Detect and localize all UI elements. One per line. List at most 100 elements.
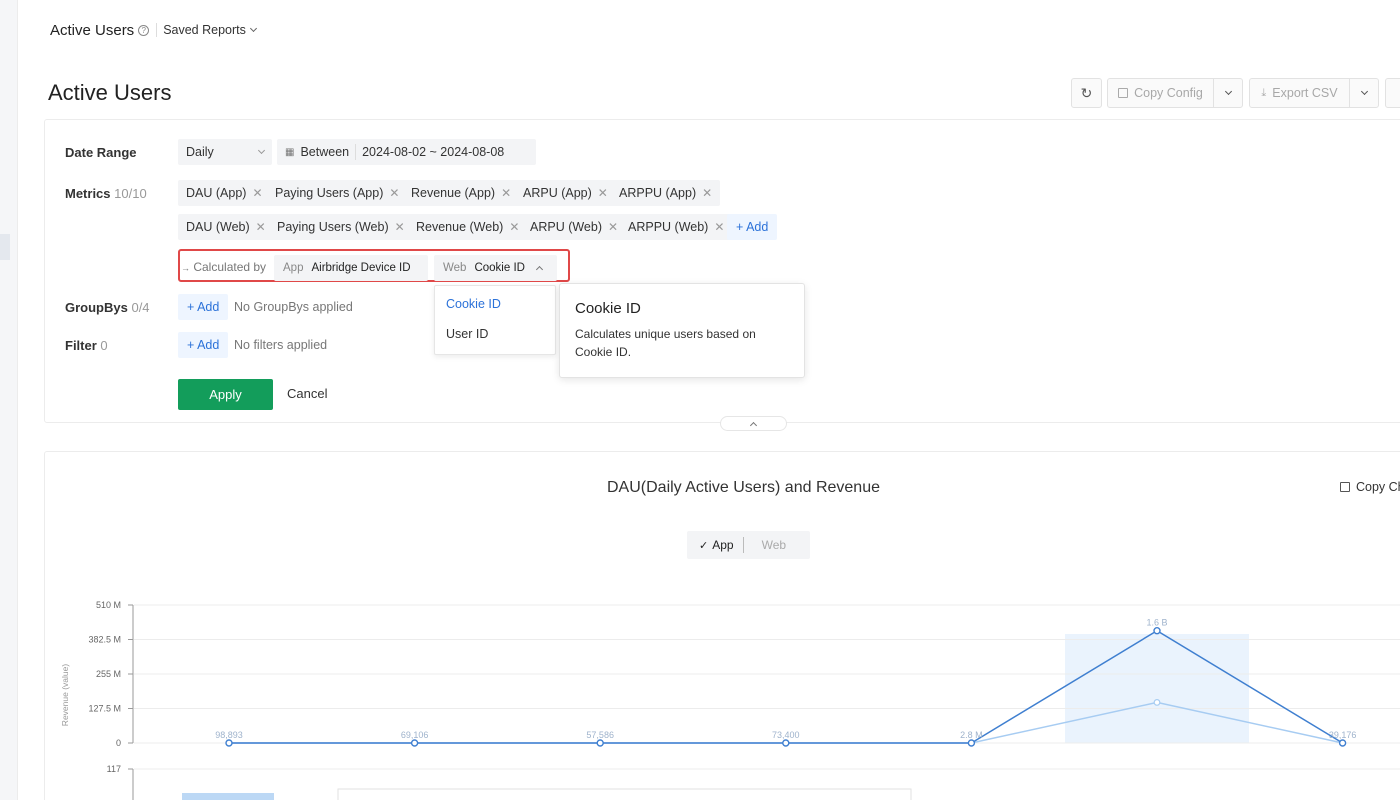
filter-label: Filter 0 xyxy=(65,338,108,353)
date-mode: Between xyxy=(300,145,350,159)
remove-icon[interactable]: ✕ xyxy=(395,220,405,234)
remove-icon[interactable]: ✕ xyxy=(389,186,399,200)
metric-chip[interactable]: DAU (Web) ✕ xyxy=(178,214,274,240)
export-csv-button[interactable]: ⤓ Export CSV xyxy=(1249,78,1350,108)
dropdown-option-user-id[interactable]: User ID xyxy=(446,327,488,341)
copy-chart-button[interactable]: Copy Ch xyxy=(1340,480,1400,494)
remove-icon[interactable]: ✕ xyxy=(714,220,724,234)
tooltip-body: Calculates unique users based on Cookie … xyxy=(575,325,789,361)
groupbys-label-text: GroupBys xyxy=(65,300,128,315)
web-id-select[interactable]: Web Cookie ID xyxy=(434,255,557,281)
chevron-down-icon xyxy=(1360,87,1368,96)
topbar: Active Users ? Saved Reports xyxy=(50,19,257,41)
toggle-app[interactable]: ✓ App xyxy=(687,538,734,552)
metric-chip-label: Paying Users (App) xyxy=(275,186,384,200)
apply-button[interactable]: Apply xyxy=(178,379,273,410)
app-id-key: App xyxy=(283,262,304,274)
metrics-label-text: Metrics xyxy=(65,186,111,201)
breadcrumb-divider xyxy=(156,23,158,37)
date-range-picker[interactable]: ▦ Between 2024-08-02 ~ 2024-08-08 xyxy=(277,139,536,165)
metric-chip[interactable]: ARPPU (App) ✕ xyxy=(611,180,721,206)
tooltip-body-line: Cookie ID. xyxy=(575,345,632,359)
granularity-select[interactable]: Daily xyxy=(178,139,272,165)
copy-config-button[interactable]: Copy Config xyxy=(1107,78,1214,108)
toggle-web[interactable]: Web xyxy=(762,538,786,552)
chevron-down-icon xyxy=(1224,87,1232,96)
metrics-label: Metrics 10/10 xyxy=(65,186,147,201)
metric-chip-label: ARPU (App) xyxy=(523,186,592,200)
calculated-by-text: Calculated by xyxy=(193,260,267,274)
remove-icon[interactable]: ✕ xyxy=(256,220,266,234)
more-button[interactable] xyxy=(1385,78,1400,108)
chart-title: DAU(Daily Active Users) and Revenue xyxy=(607,479,880,496)
export-csv-menu-button[interactable] xyxy=(1349,78,1379,108)
toggle-divider xyxy=(742,537,744,553)
refresh-button[interactable]: ↻ xyxy=(1071,78,1102,108)
copy-chart-label: Copy Ch xyxy=(1356,480,1400,494)
remove-icon[interactable]: ✕ xyxy=(608,220,618,234)
arrow-icon: → xyxy=(181,263,190,273)
tooltip-body-line: Calculates unique users based on xyxy=(575,327,756,341)
filter-count: 0 xyxy=(100,338,108,353)
refresh-icon: ↻ xyxy=(1080,84,1093,101)
platform-toggle: ✓ App Web xyxy=(687,531,810,559)
web-id-value: Cookie ID xyxy=(474,262,525,274)
groupbys-label: GroupBys 0/4 xyxy=(65,300,150,315)
metric-chip[interactable]: DAU (App) ✕ xyxy=(178,180,271,206)
app-id-select[interactable]: App Airbridge Device ID xyxy=(274,255,428,281)
metric-chip-label: Paying Users (Web) xyxy=(277,220,389,234)
export-csv-label: Export CSV xyxy=(1272,86,1338,100)
web-id-key: Web xyxy=(443,262,467,274)
groupbys-empty-text: No GroupBys applied xyxy=(234,300,353,314)
remove-icon[interactable]: ✕ xyxy=(501,186,511,200)
option-tooltip: Cookie ID Calculates unique users based … xyxy=(559,283,805,378)
copy-config-menu-button[interactable] xyxy=(1213,78,1243,108)
breadcrumb-title: Active Users xyxy=(50,21,135,39)
chevron-down-icon xyxy=(249,24,257,33)
metric-chip-label: ARPPU (Web) xyxy=(628,220,709,234)
remove-icon[interactable]: ✕ xyxy=(509,220,519,234)
saved-reports-label: Saved Reports xyxy=(163,23,246,37)
copy-icon xyxy=(1340,482,1350,492)
metric-chip[interactable]: ARPU (App) ✕ xyxy=(515,180,616,206)
metric-chip-label: DAU (Web) xyxy=(186,220,250,234)
filter-empty-text: No filters applied xyxy=(234,338,328,352)
left-rail xyxy=(0,0,18,800)
add-metric-button[interactable]: + Add xyxy=(727,214,778,240)
chevron-down-icon xyxy=(257,146,266,155)
date-divider xyxy=(355,144,357,160)
chart-panel: DAU(Daily Active Users) and Revenue Copy… xyxy=(44,451,1400,800)
groupbys-count: 0/4 xyxy=(131,300,150,315)
saved-reports-dropdown[interactable]: Saved Reports xyxy=(163,23,257,37)
metric-chip[interactable]: ARPU (Web) ✕ xyxy=(522,214,627,240)
metric-chip[interactable]: Revenue (App) ✕ xyxy=(403,180,520,206)
add-filter-button[interactable]: + Add xyxy=(178,332,229,358)
metric-chip-label: Revenue (Web) xyxy=(416,220,504,234)
left-rail-marker xyxy=(0,234,10,260)
dropdown-option-cookie-id[interactable]: Cookie ID xyxy=(446,297,501,311)
calendar-icon: ▦ xyxy=(285,146,295,158)
metric-chip[interactable]: Revenue (Web) ✕ xyxy=(408,214,528,240)
remove-icon[interactable]: ✕ xyxy=(252,186,262,200)
page-title: Active Users xyxy=(48,80,172,105)
metric-chip[interactable]: Paying Users (Web) ✕ xyxy=(269,214,413,240)
metric-chip-label: Revenue (App) xyxy=(411,186,496,200)
metric-chip[interactable]: ARPPU (Web) ✕ xyxy=(620,214,733,240)
filter-label-text: Filter xyxy=(65,338,97,353)
date-range-value: 2024-08-02 ~ 2024-08-08 xyxy=(362,145,505,159)
add-groupby-button[interactable]: + Add xyxy=(178,294,229,320)
granularity-value: Daily xyxy=(186,145,214,159)
cancel-button[interactable]: Cancel xyxy=(287,386,327,401)
remove-icon[interactable]: ✕ xyxy=(702,186,712,200)
metric-chip[interactable]: Paying Users (App) ✕ xyxy=(267,180,408,206)
metric-chip-label: ARPPU (App) xyxy=(619,186,697,200)
download-icon: ⤓ xyxy=(1261,86,1267,99)
remove-icon[interactable]: ✕ xyxy=(598,186,608,200)
date-range-label: Date Range xyxy=(65,145,137,160)
chevron-up-icon xyxy=(749,421,758,430)
collapse-filters-button[interactable] xyxy=(720,416,787,431)
chevron-up-icon xyxy=(535,265,543,274)
help-icon[interactable]: ? xyxy=(138,24,150,36)
copy-config-label: Copy Config xyxy=(1134,86,1203,100)
metric-chip-label: ARPU (Web) xyxy=(530,220,603,234)
